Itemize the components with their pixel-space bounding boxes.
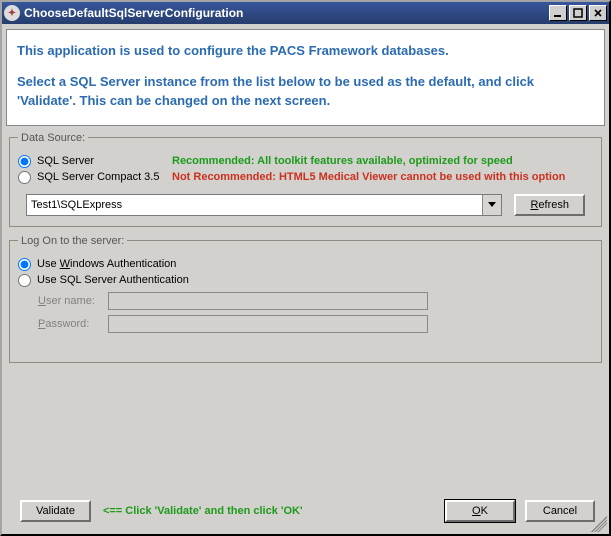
- intro-panel: This application is used to configure th…: [6, 29, 605, 126]
- radio-sql-auth[interactable]: [18, 274, 31, 287]
- app-icon: ✦: [4, 5, 20, 21]
- sql-compact-note: Not Recommended: HTML5 Medical Viewer ca…: [172, 171, 565, 183]
- sql-server-note: Recommended: All toolkit features availa…: [172, 155, 513, 167]
- password-label: Password:: [38, 318, 108, 330]
- window-title: ChooseDefaultSqlServerConfiguration: [24, 6, 549, 20]
- credentials-form: User name: Password:: [18, 292, 593, 333]
- content-area: This application is used to configure th…: [2, 29, 609, 363]
- data-source-group: Data Source: SQL Server Recommended: All…: [9, 132, 602, 227]
- chevron-down-icon: [488, 202, 496, 208]
- resize-grip[interactable]: [591, 516, 607, 532]
- radio-sql-server-label: SQL Server: [37, 155, 172, 167]
- logon-legend: Log On to the server:: [18, 235, 127, 247]
- cancel-button[interactable]: Cancel: [525, 500, 595, 522]
- radio-sql-compact-row[interactable]: SQL Server Compact 3.5 Not Recommended: …: [18, 171, 593, 184]
- dialog-buttons: OK Cancel: [445, 500, 595, 522]
- intro-text-2: Select a SQL Server instance from the li…: [17, 73, 594, 111]
- radio-sql-compact-label: SQL Server Compact 3.5: [37, 171, 172, 183]
- validate-hint: <== Click 'Validate' and then click 'OK': [103, 505, 445, 517]
- username-input: [108, 292, 428, 310]
- radio-windows-auth[interactable]: [18, 258, 31, 271]
- ok-button[interactable]: OK: [445, 500, 515, 522]
- intro-text-1: This application is used to configure th…: [17, 42, 594, 61]
- username-label: User name:: [38, 295, 108, 307]
- validate-button[interactable]: Validate: [20, 500, 91, 522]
- radio-sql-server-row[interactable]: SQL Server Recommended: All toolkit feat…: [18, 155, 593, 168]
- instance-row: Refresh: [26, 194, 585, 216]
- maximize-button[interactable]: [569, 5, 587, 21]
- radio-sql-compact[interactable]: [18, 171, 31, 184]
- radio-windows-auth-row[interactable]: Use Windows Authentication: [18, 258, 593, 271]
- window-buttons: [549, 5, 607, 21]
- password-row: Password:: [38, 315, 593, 333]
- refresh-button[interactable]: Refresh: [514, 194, 585, 216]
- radio-sql-server[interactable]: [18, 155, 31, 168]
- button-bar: Validate <== Click 'Validate' and then c…: [2, 500, 609, 522]
- password-input: [108, 315, 428, 333]
- logon-group: Log On to the server: Use Windows Authen…: [9, 235, 602, 363]
- username-row: User name:: [38, 292, 593, 310]
- data-source-legend: Data Source:: [18, 132, 88, 144]
- minimize-button[interactable]: [549, 5, 567, 21]
- instance-combobox[interactable]: [26, 194, 502, 216]
- radio-windows-auth-label: Use Windows Authentication: [37, 258, 176, 270]
- radio-sql-auth-row[interactable]: Use SQL Server Authentication: [18, 274, 593, 287]
- close-button[interactable]: [589, 5, 607, 21]
- radio-sql-auth-label: Use SQL Server Authentication: [37, 274, 189, 286]
- dialog-window: ✦ ChooseDefaultSqlServerConfiguration Th…: [0, 0, 611, 536]
- instance-input[interactable]: [27, 195, 482, 215]
- instance-dropdown-button[interactable]: [482, 195, 501, 215]
- title-bar[interactable]: ✦ ChooseDefaultSqlServerConfiguration: [2, 2, 609, 24]
